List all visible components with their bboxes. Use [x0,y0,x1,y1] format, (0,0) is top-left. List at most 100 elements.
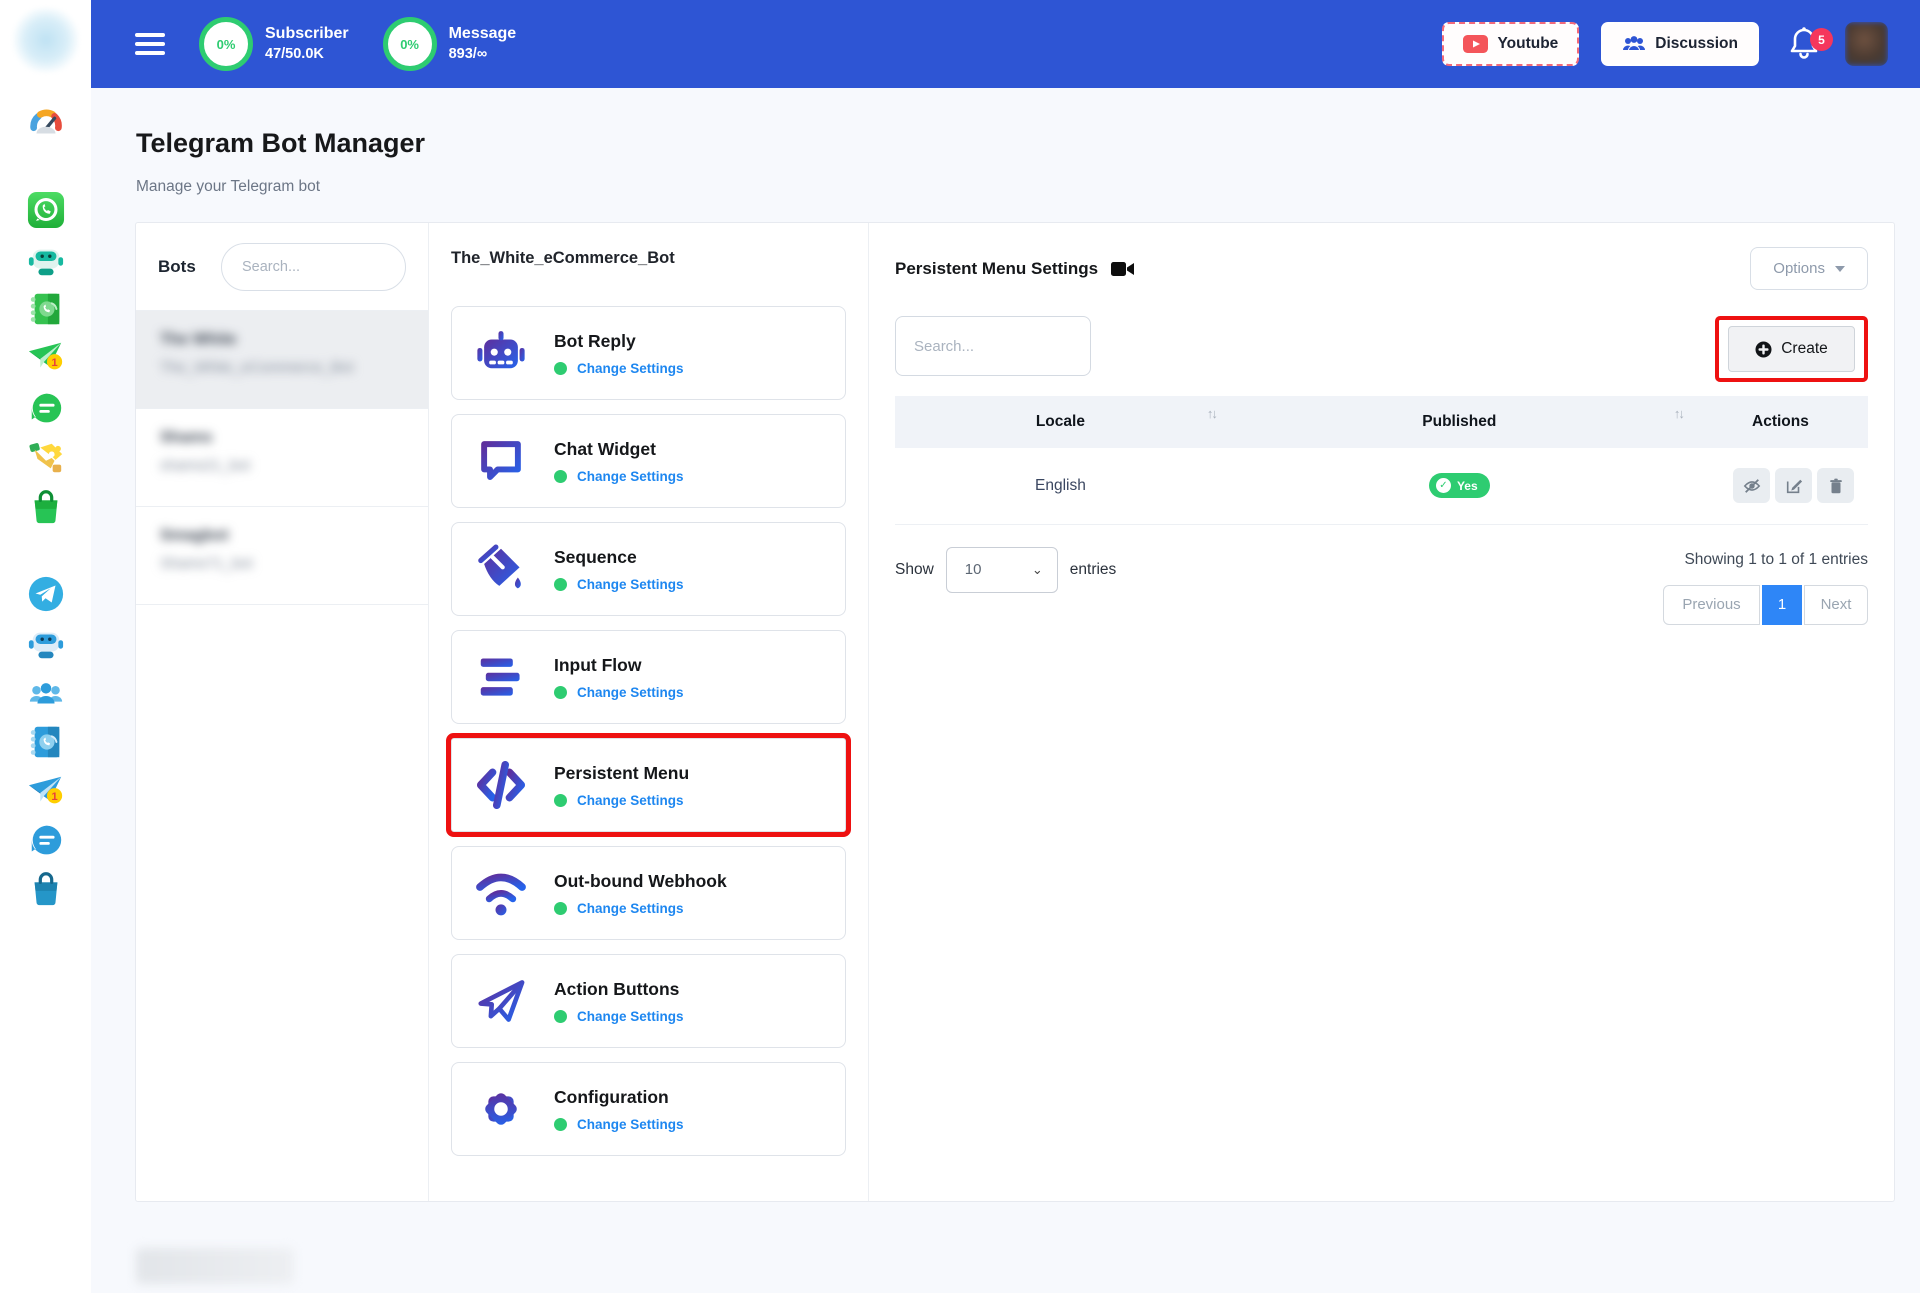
edit-icon[interactable] [1775,468,1812,504]
footer-blurred-text [136,1248,294,1284]
status-dot [554,469,567,483]
sort-icon[interactable]: ↑↓ [1207,406,1218,421]
bot-username: The_White_eCommerce_Bot [160,359,354,376]
bot-name: Shams [160,429,213,446]
pagination-previous-button[interactable]: Previous [1663,584,1760,625]
menu-card-bot-reply[interactable]: Bot Reply Change Settings [451,306,846,400]
telegram-chat-icon[interactable] [26,821,66,861]
bot-name: Smagbot [160,527,229,544]
showing-entries-text: Showing 1 to 1 of 1 entries [1684,550,1868,568]
bot-username: shams21_bot [160,457,251,474]
page-size-select[interactable]: 10 ⌄ [945,546,1058,593]
whatsapp-contacts-icon[interactable] [26,289,66,329]
bot-list-item-selected[interactable]: The White The_White_eCommerce_Bot [136,311,428,409]
status-dot [554,1009,567,1023]
whatsapp-store-icon[interactable] [26,487,66,527]
change-settings-link[interactable]: Change Settings [577,901,684,916]
whatsapp-broadcast-icon[interactable]: 1 [26,337,66,377]
svg-text:1: 1 [51,791,58,803]
pagination-next-button[interactable]: Next [1804,584,1868,625]
subscriber-value: 47/50.0K [265,46,324,63]
video-camera-icon[interactable] [1110,259,1135,279]
notifications-bell-icon[interactable]: 5 [1789,26,1833,62]
discussion-button[interactable]: Discussion [1601,22,1759,66]
top-bar: 0% Subscriber 47/50.0K 0% Message 893/∞ … [91,0,1920,88]
menu-card-action-buttons[interactable]: Action Buttons Change Settings [451,954,846,1048]
hamburger-menu-icon[interactable] [135,28,165,61]
change-settings-link[interactable]: Change Settings [577,469,684,484]
actions-cell [1692,448,1868,525]
message-label: Message [448,25,517,43]
youtube-button[interactable]: Youtube [1442,22,1580,66]
app-logo[interactable] [12,8,79,72]
sequence-icon [478,544,521,589]
notification-count-badge: 5 [1810,28,1833,51]
status-dot [554,577,567,591]
persistent-menu-code-icon [476,760,526,810]
menu-card-label: Chat Widget [554,438,656,459]
pagination: Previous 1 Next [1663,584,1868,625]
menu-card-outbound-webhook[interactable]: Out-bound Webhook Change Settings [451,846,846,940]
whatsapp-chat-icon[interactable] [26,389,66,429]
delete-trash-icon[interactable] [1817,468,1854,504]
whatsapp-icon[interactable] [26,190,66,230]
locale-search-input[interactable] [895,316,1091,376]
menu-card-input-flow[interactable]: Input Flow Change Settings [451,630,846,724]
telegram-icon[interactable] [26,574,66,614]
dashboard-gauge-icon[interactable] [26,103,66,143]
bot-username: Shams71_bot [160,555,253,572]
menu-card-chat-widget[interactable]: Chat Widget Change Settings [451,414,846,508]
change-settings-link[interactable]: Change Settings [577,793,684,808]
bots-list-panel: Bots The White The_White_eCommerce_Bot S… [136,223,429,1201]
hide-eye-slash-icon[interactable] [1733,468,1770,504]
pagination-page-1-button[interactable]: 1 [1762,584,1802,625]
persistent-menu-settings-panel: Persistent Menu Settings Options Create [869,223,1894,1201]
column-header-locale[interactable]: Locale ↑↓ [895,396,1226,448]
published-yes-badge: ✓ Yes [1428,473,1490,499]
message-value: 893/∞ [448,46,488,63]
show-label: Show [895,560,934,578]
sort-icon[interactable]: ↑↓ [1674,406,1685,421]
change-settings-link[interactable]: Change Settings [577,685,684,700]
create-button[interactable]: Create [1728,326,1855,372]
menu-card-persistent-menu[interactable]: Persistent Menu Change Settings [451,738,846,832]
telegram-store-icon[interactable] [26,869,66,909]
discussion-users-icon [1622,35,1646,53]
change-settings-link[interactable]: Change Settings [577,1117,684,1132]
page-title: Telegram Bot Manager [136,128,426,158]
subscriber-stat: 0% Subscriber 47/50.0K [199,17,349,71]
telegram-broadcast-icon[interactable]: 1 [26,771,66,811]
menu-card-label: Persistent Menu [554,762,690,783]
options-button[interactable]: Options [1750,247,1868,290]
youtube-icon [1463,35,1489,53]
telegram-bot-icon[interactable] [26,624,66,664]
integrations-icon[interactable] [26,437,66,477]
telegram-groups-icon[interactable] [26,675,66,715]
menu-card-sequence[interactable]: Sequence Change Settings [451,522,846,616]
menu-card-configuration[interactable]: Configuration Change Settings [451,1062,846,1156]
entries-label: entries [1069,560,1117,578]
locale-cell: English [895,448,1226,525]
configuration-gear-icon [485,1093,517,1125]
menu-card-label: Action Buttons [554,978,680,999]
bots-panel-title: Bots [158,256,196,276]
bot-list-item[interactable]: Shams shams21_bot [136,409,428,507]
status-dot [554,901,567,915]
whatsapp-bot-icon[interactable] [26,241,66,281]
change-settings-link[interactable]: Change Settings [577,361,684,376]
menu-card-label: Configuration [554,1086,669,1107]
change-settings-link[interactable]: Change Settings [577,1009,684,1024]
telegram-contacts-icon[interactable] [26,722,66,762]
check-icon: ✓ [1435,478,1451,494]
action-buttons-plane-icon [478,980,525,1022]
user-avatar[interactable] [1845,22,1888,66]
bot-list-item[interactable]: Smagbot Shams71_bot [136,507,428,605]
change-settings-link[interactable]: Change Settings [577,577,684,592]
status-dot [554,361,567,375]
status-dot [554,793,567,807]
published-cell: ✓ Yes [1225,448,1693,525]
options-button-label: Options [1773,260,1825,277]
bots-search-input[interactable] [221,242,406,291]
input-flow-icon [480,658,520,696]
column-header-published[interactable]: Published ↑↓ [1225,396,1693,448]
